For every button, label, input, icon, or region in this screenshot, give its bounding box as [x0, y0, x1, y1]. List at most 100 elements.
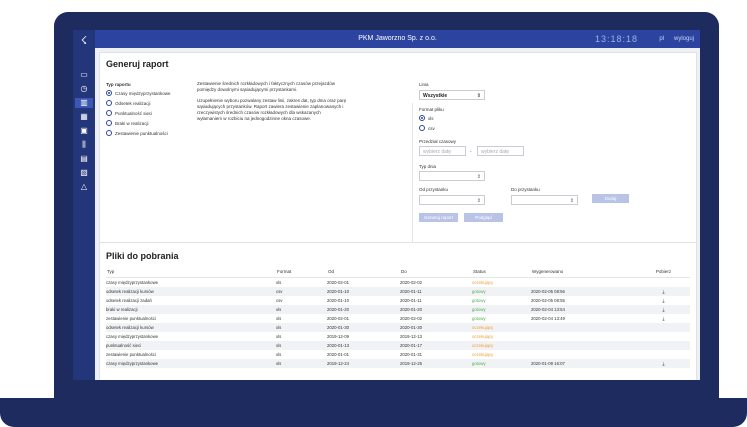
row-format: xls [276, 334, 282, 339]
download-icon[interactable]: ⤓ [637, 314, 690, 323]
divider [412, 103, 413, 258]
language-switch[interactable]: pl [659, 30, 664, 48]
date-from-field[interactable]: wybierz datę [419, 146, 466, 156]
row-from: 2019-12-09 [327, 334, 349, 339]
downloads-title: Pliki do pobrania [106, 251, 179, 261]
type-option-1[interactable]: Odsetek realizacji [115, 101, 151, 106]
row-format: xls [276, 280, 282, 285]
bus-icon[interactable]: ▤ [78, 154, 90, 164]
generate-button[interactable]: Generuj raport [419, 213, 458, 222]
chevron-down-icon: ⇕ [476, 198, 481, 204]
row-to: 2019-12-25 [400, 359, 472, 368]
table-row: braki w realizacji xls 2020-01-20 2020-01-2… [106, 305, 690, 314]
header-to: Do [400, 265, 472, 278]
chevron-down-icon: ⇕ [476, 93, 481, 99]
row-format: xls [276, 316, 282, 321]
row-generated [531, 332, 637, 341]
row-type: odsetek realizacji zadań [106, 298, 152, 303]
download-icon[interactable]: ⤓ [637, 296, 690, 305]
from-stop-label: Od przystanku [419, 187, 449, 192]
header-download: Pobierz [637, 265, 690, 278]
row-format: csv [276, 298, 283, 303]
row-status: gotowy [472, 359, 531, 368]
table-row: czasy międzyprzystankowe xls 2019-12-09 201… [106, 332, 690, 341]
row-type: braki w realizacji [106, 305, 276, 314]
row-from: 2020-01-20 [327, 305, 400, 314]
download-icon[interactable]: ⤓ [637, 287, 690, 296]
header-from: Od [327, 265, 400, 278]
row-format: xls [276, 359, 327, 368]
download-icon[interactable]: ⤓ [637, 359, 690, 368]
row-format: xls [276, 323, 327, 332]
type-option-0[interactable]: Czasy międzyprzystankowe [115, 91, 171, 96]
sidebar: ☇ ▭ ◷ ▥ ▦ ▣ ⫼ ▤ ▧ △ [73, 30, 95, 380]
row-type: odsetek realizacji kursów [106, 323, 276, 332]
row-generated [531, 323, 637, 332]
row-type: czasy międzyprzystankowe [106, 280, 159, 285]
logo-icon[interactable]: ☇ [77, 34, 91, 48]
row-to: 2020-02-02 [400, 280, 422, 285]
chevron-down-icon: ⇕ [476, 174, 481, 180]
row-generated: 2020-02-04 13:49 [531, 316, 565, 321]
row-generated: 2020-02-05 08:55 [531, 298, 565, 303]
logout-link[interactable]: wyloguj [674, 30, 694, 48]
row-status: oczekujący [472, 352, 494, 357]
row-type: odsetek realizacji kursów [106, 287, 276, 296]
row-generated [531, 278, 637, 288]
row-status: oczekujący [472, 280, 494, 285]
radio-type-2[interactable] [106, 110, 112, 116]
row-type: czasy międzyprzystankowe [106, 334, 159, 339]
daytype-select[interactable]: ⇕ [419, 171, 485, 181]
road-icon[interactable]: ⫼ [78, 140, 90, 150]
chart-icon[interactable]: ▥ [75, 98, 93, 108]
date-to-field[interactable]: wybierz datę [477, 146, 524, 156]
downloads-table: Typ Format Od Do Status Wygenerowano Pob… [106, 265, 690, 368]
report-description-1: Zestawienie średnich rozkładowych i fakt… [197, 81, 336, 92]
monitor-icon[interactable]: ▭ [78, 70, 90, 80]
row-generated: 2020-01-09 16:07 [531, 359, 637, 368]
row-format: xls [276, 352, 282, 357]
radio-format-xls[interactable] [419, 115, 425, 121]
to-stop-select[interactable]: ⇕ [511, 195, 578, 205]
format-option-xls[interactable]: xls [428, 116, 434, 121]
row-generated: 2020-02-05 08:56 [531, 287, 637, 296]
bus-display-icon[interactable]: ▣ [78, 126, 90, 136]
row-status: oczekujący [472, 323, 531, 332]
header-type: Typ [106, 265, 276, 278]
row-format: xls [276, 305, 327, 314]
radio-type-1[interactable] [106, 100, 112, 106]
report-type-label: Typ raportu [106, 82, 131, 87]
type-option-4[interactable]: Zestawienie punktualności [115, 131, 168, 136]
download-icon [637, 323, 690, 332]
download-icon [637, 350, 690, 359]
line-select-value: Wszystkie [423, 93, 448, 99]
radio-format-csv[interactable] [419, 125, 425, 131]
table-header-row: Typ Format Od Do Status Wygenerowano Pob… [106, 265, 690, 278]
row-type: czasy międzyprzystankowe [106, 359, 276, 368]
download-icon[interactable]: ⤓ [637, 305, 690, 314]
format-label: Format pliku [419, 107, 444, 112]
row-from: 2020-01-13 [327, 341, 400, 350]
preview-button[interactable]: Podgląd [464, 213, 503, 222]
from-stop-select[interactable]: ⇕ [419, 195, 485, 205]
format-option-csv[interactable]: csv [428, 126, 435, 131]
line-select[interactable]: Wszystkie ⇕ [419, 90, 485, 100]
row-from: 2020-01-10 [327, 298, 349, 303]
radio-type-0[interactable] [106, 90, 112, 96]
radio-type-4[interactable] [106, 130, 112, 136]
row-to: 2020-02-02 [400, 316, 422, 321]
add-button[interactable]: Dodaj [592, 194, 629, 203]
row-from: 2019-12-24 [327, 359, 400, 368]
daytype-label: Typ dnia [419, 164, 437, 169]
calendar-icon[interactable]: ▦ [78, 112, 90, 122]
clock-icon[interactable]: ◷ [78, 84, 90, 94]
report-icon[interactable]: ▧ [78, 168, 90, 178]
to-stop-label: Do przystanku [511, 187, 540, 192]
row-generated: 2020-02-04 13:54 [531, 305, 637, 314]
table-row: zestawienie punktualności xls 2020-02-01 20… [106, 314, 690, 323]
row-type: zestawienie punktualności [106, 352, 156, 357]
radio-type-3[interactable] [106, 120, 112, 126]
type-option-2[interactable]: Punktualność sieci [115, 111, 152, 116]
type-option-3[interactable]: Braki w realizacji [115, 121, 149, 126]
warning-icon[interactable]: △ [78, 182, 90, 192]
